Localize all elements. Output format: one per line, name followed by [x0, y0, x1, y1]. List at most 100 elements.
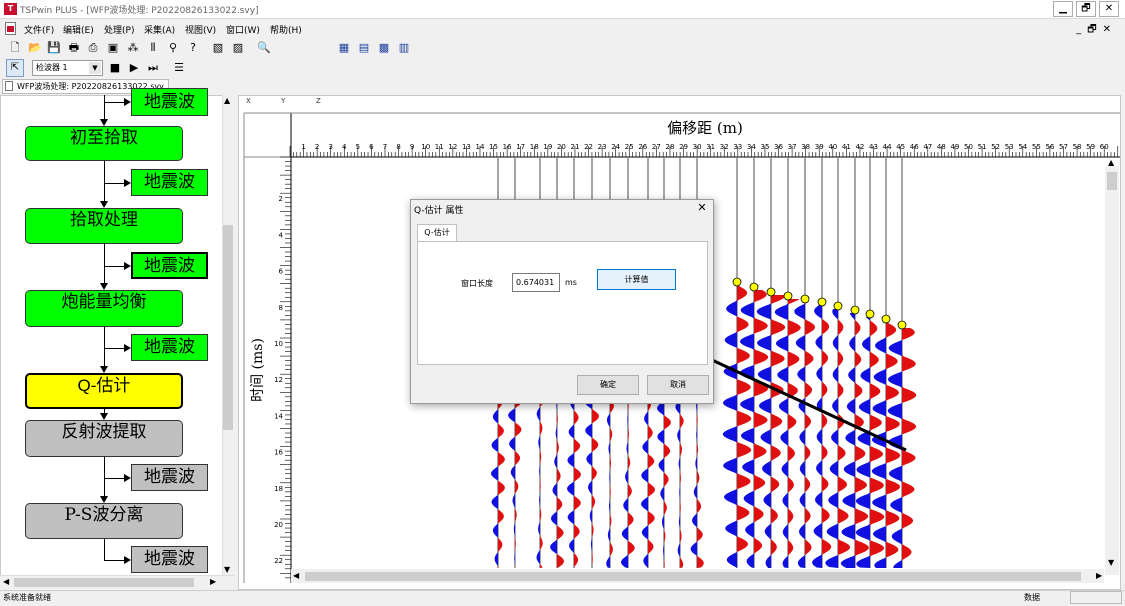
- x-tick-label: 42: [855, 143, 864, 151]
- trace-positive-fill: [648, 401, 655, 568]
- trace-positive-fill: [697, 401, 704, 568]
- scroll-down-icon[interactable]: ▼: [1108, 558, 1114, 567]
- x-tick-label: 39: [815, 143, 824, 151]
- trace-positive-fill: [771, 295, 786, 568]
- first-break-pick: [897, 320, 907, 330]
- dialog-close-button[interactable]: ✕: [695, 201, 709, 215]
- scroll-up-icon[interactable]: ▲: [1108, 158, 1114, 167]
- x-tick-label: 37: [788, 143, 797, 151]
- y-tick-label: 18: [274, 485, 283, 493]
- trace-positive-fill: [540, 401, 544, 568]
- scroll-right-icon[interactable]: ▶: [1096, 571, 1102, 580]
- window-length-label: 窗口长度: [461, 279, 493, 288]
- y-axis-title: 时间 (ms): [250, 338, 266, 402]
- trace-negative-fill: [690, 401, 697, 568]
- plot-vertical-scrollbar[interactable]: [1105, 166, 1119, 575]
- scroll-left-icon[interactable]: ◀: [293, 571, 299, 580]
- x-tick-label: 35: [760, 143, 769, 151]
- x-tick-label: 52: [991, 143, 1000, 151]
- x-tick-label: 50: [964, 143, 973, 151]
- trace-negative-fill: [675, 398, 680, 568]
- first-break-pick: [749, 282, 759, 292]
- window-length-input[interactable]: 0.674031: [512, 273, 560, 292]
- ok-button[interactable]: 确定: [577, 375, 639, 395]
- trace-negative-fill: [606, 395, 610, 568]
- trace-negative-fill: [550, 395, 557, 568]
- x-tick-label: 44: [883, 143, 892, 151]
- trace-negative-fill: [536, 401, 540, 568]
- x-tick-label: 38: [801, 143, 810, 151]
- trace-positive-fill: [805, 302, 815, 568]
- x-tick-label: 20: [557, 143, 566, 151]
- x-tick-label: 13: [462, 143, 471, 151]
- x-tick-label: 32: [720, 143, 729, 151]
- trace-positive-fill: [664, 395, 671, 568]
- cancel-button[interactable]: 取消: [647, 375, 709, 395]
- trace-negative-fill: [722, 285, 737, 568]
- x-tick-label: 18: [530, 143, 539, 151]
- x-tick-label: 17: [516, 143, 525, 151]
- trace-negative-fill: [491, 395, 498, 568]
- x-tick-label: 29: [679, 143, 688, 151]
- x-tick-label: 41: [842, 143, 851, 151]
- trace-positive-fill: [610, 395, 614, 568]
- x-tick-label: 55: [1032, 143, 1041, 151]
- x-tick-label: 22: [584, 143, 593, 151]
- y-tick-label: 2: [279, 195, 283, 203]
- trace-negative-fill: [657, 395, 664, 568]
- trace-negative-fill: [794, 302, 805, 568]
- first-break-pick: [865, 309, 875, 319]
- x-tick-label: 34: [747, 143, 756, 151]
- trace-positive-fill: [557, 395, 564, 568]
- x-tick-label: 54: [1018, 143, 1027, 151]
- x-tick-label: 26: [638, 143, 647, 151]
- window-length-unit: ms: [565, 278, 577, 287]
- trace-positive-fill: [754, 290, 769, 568]
- y-tick-label: 10: [274, 340, 283, 348]
- plot-horizontal-scroll-thumb[interactable]: [305, 572, 1081, 581]
- x-tick-label: 43: [869, 143, 878, 151]
- x-tick-label: 23: [598, 143, 607, 151]
- x-tick-label: 30: [693, 143, 702, 151]
- trace-positive-fill: [574, 398, 581, 568]
- trace-negative-fill: [774, 299, 788, 568]
- x-axis-title: 偏移距 (m): [667, 119, 743, 137]
- first-break-pick: [850, 305, 860, 315]
- y-tick-label: 22: [274, 557, 283, 565]
- dialog-tab-page: [417, 241, 708, 365]
- trace-negative-fill: [508, 398, 515, 568]
- x-tick-label: 57: [1059, 143, 1068, 151]
- trace-positive-fill: [628, 398, 635, 568]
- trace-negative-fill: [739, 290, 754, 568]
- x-tick-label: 51: [978, 143, 987, 151]
- trace-positive-fill: [515, 398, 522, 568]
- x-tick-label: 9: [410, 143, 414, 151]
- trace-negative-fill: [756, 295, 771, 568]
- x-tick-label: 19: [543, 143, 552, 151]
- dialog-title: Q-估计 属性: [414, 206, 464, 216]
- calculate-button[interactable]: 计算值: [597, 269, 676, 290]
- x-tick-label: 1: [301, 143, 305, 151]
- x-tick-label: 48: [937, 143, 946, 151]
- x-tick-label: 8: [396, 143, 400, 151]
- x-tick-label: 6: [369, 143, 374, 151]
- y-tick-label: 20: [274, 521, 283, 529]
- x-tick-label: 5: [356, 143, 360, 151]
- trace-positive-fill: [680, 398, 684, 568]
- y-tick-label: 6: [279, 268, 284, 276]
- first-break-pick: [766, 287, 776, 297]
- status-bar: [0, 590, 1125, 606]
- dialog-tab-q-estimate[interactable]: Q-估计: [417, 224, 457, 241]
- trace-positive-fill: [498, 395, 505, 568]
- first-break-pick: [833, 301, 843, 311]
- x-tick-label: 27: [652, 143, 661, 151]
- x-tick-label: 45: [896, 143, 905, 151]
- x-tick-label: 4: [342, 143, 347, 151]
- x-tick-label: 40: [828, 143, 837, 151]
- y-tick-label: 4: [279, 231, 284, 239]
- close-icon: ✕: [697, 201, 707, 214]
- x-tick-label: 49: [950, 143, 959, 151]
- trace-positive-fill: [592, 401, 599, 568]
- y-tick-label: 12: [274, 376, 283, 384]
- plot-vertical-scroll-thumb[interactable]: [1107, 172, 1117, 190]
